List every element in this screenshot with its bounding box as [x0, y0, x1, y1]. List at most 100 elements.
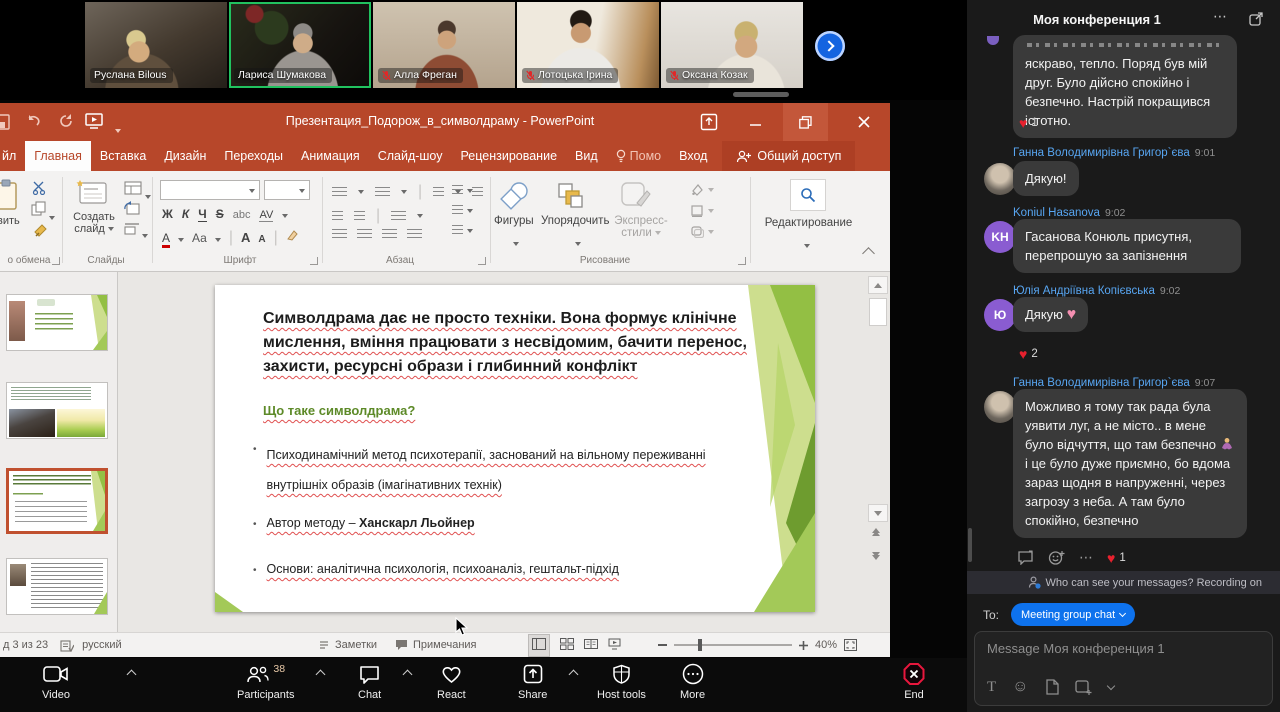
- thumbnail-slide-3-selected[interactable]: [6, 468, 108, 534]
- align-center-icon[interactable]: [332, 229, 347, 240]
- chevron-down-icon[interactable]: [1106, 681, 1114, 689]
- ribbon-display-options-icon[interactable]: [700, 113, 718, 131]
- reset-slide-icon[interactable]: [124, 201, 140, 216]
- video-options-chevron[interactable]: [128, 671, 135, 678]
- shape-effects-icon[interactable]: [690, 225, 704, 238]
- strip-drag-handle[interactable]: [733, 92, 789, 97]
- start-slideshow-icon[interactable]: [84, 112, 104, 130]
- video-tile[interactable]: Руслана Bilous: [85, 2, 227, 88]
- find-button[interactable]: [790, 179, 826, 211]
- more-button[interactable]: More: [680, 662, 705, 701]
- arrange-dropdown[interactable]: [575, 233, 581, 251]
- shrink-font-button[interactable]: А: [258, 234, 265, 245]
- font-launcher[interactable]: [310, 257, 318, 265]
- slide-layout-icon[interactable]: [124, 181, 142, 195]
- scrollbar-thumb[interactable]: [869, 298, 887, 326]
- zoom-out-button[interactable]: [658, 644, 667, 646]
- increase-indent-icon[interactable]: [354, 211, 365, 222]
- send-to-selector[interactable]: Meeting group chat: [1011, 603, 1135, 626]
- host-tools-button[interactable]: Host tools: [597, 662, 646, 701]
- scroll-up-button[interactable]: [868, 276, 888, 294]
- minimize-button[interactable]: [733, 103, 778, 141]
- bold-button[interactable]: Ж: [162, 207, 173, 221]
- tab-insert[interactable]: Вставка: [91, 141, 155, 171]
- copy-icon[interactable]: [31, 201, 46, 216]
- editing-dropdown[interactable]: [804, 235, 810, 253]
- zoom-level[interactable]: 40%: [815, 639, 837, 651]
- copy-dropdown[interactable]: [49, 207, 55, 225]
- close-button[interactable]: [838, 103, 890, 141]
- message-more-icon[interactable]: ⋯: [1079, 549, 1093, 566]
- align-text-icon[interactable]: [452, 205, 463, 216]
- attach-file-icon[interactable]: [1045, 679, 1059, 695]
- slide-sorter-view-button[interactable]: [560, 638, 574, 653]
- tab-file[interactable]: йл: [0, 141, 25, 171]
- vertical-text-icon[interactable]: [452, 185, 463, 196]
- arrange-icon[interactable]: [556, 181, 586, 211]
- thumbnail-slide-4[interactable]: [6, 558, 108, 615]
- video-tile-active-speaker[interactable]: Лариса Шумакова: [229, 2, 371, 88]
- spacing-dropdown[interactable]: [282, 214, 288, 218]
- save-icon[interactable]: [0, 114, 11, 130]
- slide-canvas[interactable]: Символдрама дає не просто техніки. Вона …: [215, 285, 815, 612]
- reading-view-button[interactable]: [584, 638, 598, 653]
- next-slide-button[interactable]: [872, 552, 880, 560]
- spell-check-icon[interactable]: [60, 639, 74, 652]
- sign-in[interactable]: Вход: [670, 141, 716, 171]
- shape-outline-icon[interactable]: [690, 204, 704, 217]
- cut-icon[interactable]: [32, 181, 48, 195]
- emoji-icon[interactable]: ☺: [1012, 678, 1028, 696]
- char-spacing-button[interactable]: AV: [259, 209, 273, 222]
- smartart-convert-icon[interactable]: [452, 225, 463, 236]
- columns-icon[interactable]: [407, 229, 422, 240]
- participants-button[interactable]: 38 Participants: [237, 662, 294, 701]
- chat-button[interactable]: Chat: [358, 662, 381, 701]
- tab-design[interactable]: Дизайн: [155, 141, 215, 171]
- comments-button[interactable]: Примечания: [395, 639, 477, 651]
- previous-slide-button[interactable]: [872, 528, 880, 536]
- text-direction-icon[interactable]: [472, 187, 483, 198]
- new-slide-button[interactable]: Создать слайд: [66, 211, 122, 235]
- align-right-icon[interactable]: [357, 229, 372, 240]
- align-dd[interactable]: [417, 214, 423, 218]
- align-left-icon[interactable]: [391, 211, 406, 222]
- shape-fill-icon[interactable]: [690, 183, 704, 196]
- share-options-chevron[interactable]: [570, 671, 577, 678]
- section-dropdown[interactable]: [142, 225, 148, 243]
- editing-button[interactable]: Редактирование: [756, 217, 861, 229]
- slide-scrollbar[interactable]: [868, 276, 888, 628]
- zoom-in-button[interactable]: [799, 641, 808, 650]
- shapes-icon[interactable]: [500, 181, 532, 211]
- font-color-button[interactable]: А: [162, 231, 170, 248]
- underline-button[interactable]: Ч: [198, 207, 206, 222]
- message-reaction[interactable]: ♥ 2: [1019, 347, 1038, 361]
- format-text-icon[interactable]: T: [987, 679, 996, 696]
- new-slide-icon[interactable]: [76, 179, 108, 207]
- undo-icon[interactable]: [25, 114, 42, 129]
- arrange-button[interactable]: Упорядочить: [541, 215, 609, 227]
- video-button[interactable]: Video: [42, 662, 70, 701]
- tab-transitions[interactable]: Переходы: [215, 141, 292, 171]
- shapes-button[interactable]: Фигуры: [494, 215, 534, 227]
- tab-view[interactable]: Вид: [566, 141, 607, 171]
- drawing-launcher[interactable]: [738, 257, 746, 265]
- thumbnail-slide-2[interactable]: [6, 382, 108, 439]
- tab-review[interactable]: Рецензирование: [452, 141, 567, 171]
- chat-scrollbar[interactable]: [968, 528, 972, 562]
- video-tile[interactable]: Лотоцька Ірина: [517, 2, 659, 88]
- change-case-button[interactable]: Аа: [192, 231, 207, 245]
- decrease-indent-icon[interactable]: [332, 211, 343, 222]
- participants-options-chevron[interactable]: [317, 671, 324, 678]
- normal-view-button[interactable]: [528, 634, 550, 657]
- numbering-icon[interactable]: [375, 187, 390, 198]
- line-spacing-icon[interactable]: [433, 187, 444, 198]
- message-reaction[interactable]: ♥1: [1107, 551, 1126, 565]
- section-icon[interactable]: [124, 221, 140, 235]
- end-button[interactable]: End: [902, 662, 926, 701]
- numbering-dropdown[interactable]: [401, 190, 407, 194]
- clipboard-launcher[interactable]: [52, 257, 60, 265]
- paste-label[interactable]: вить: [0, 215, 20, 227]
- strikethrough-button[interactable]: S: [216, 207, 224, 221]
- zoom-slider[interactable]: [674, 644, 792, 646]
- message-reaction[interactable]: ♥ 1: [1019, 116, 1038, 130]
